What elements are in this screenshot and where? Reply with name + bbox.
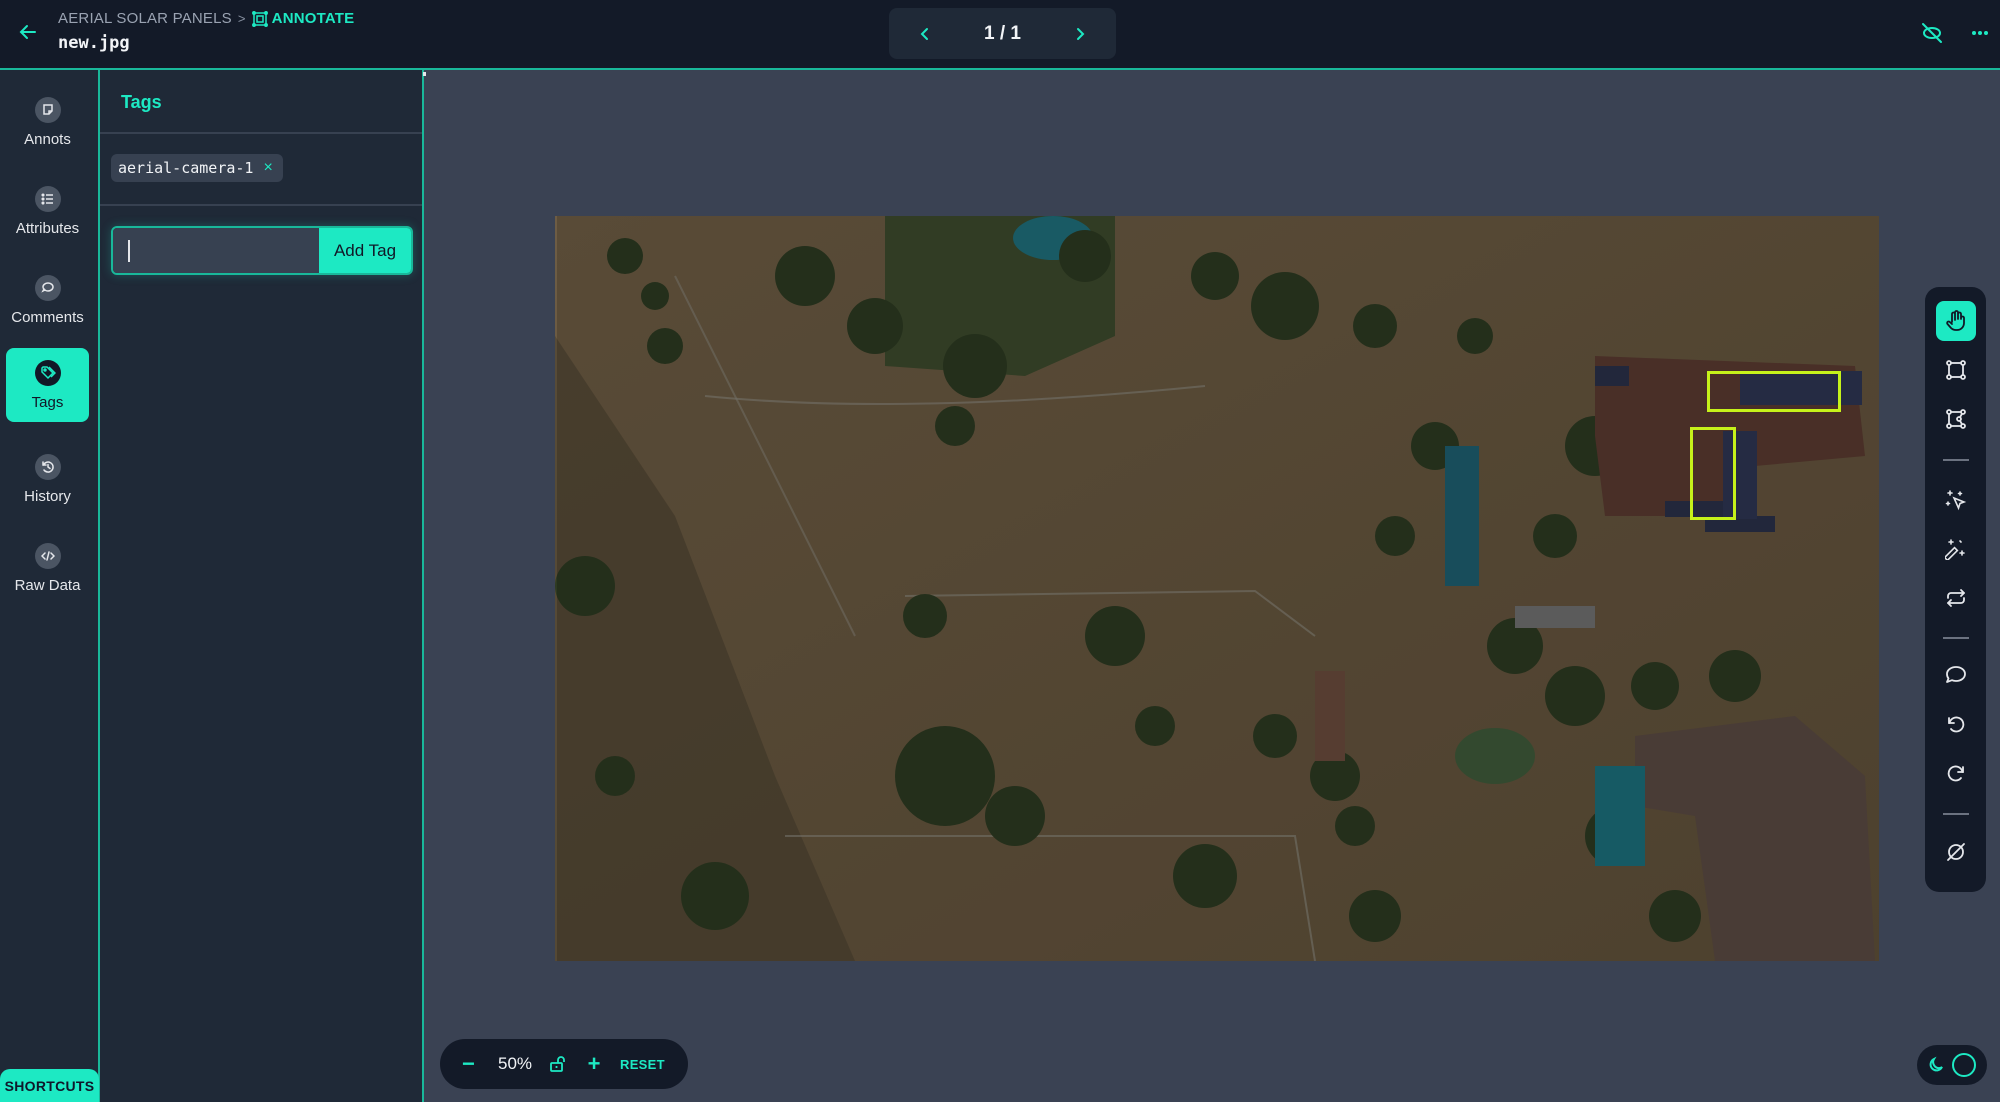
zoom-controls: − 50% + RESET — [440, 1039, 688, 1089]
text-caret — [128, 240, 130, 262]
breadcrumb-separator: > — [237, 11, 246, 26]
aerial-photo-illustration — [555, 216, 1879, 961]
toolbar-divider — [1943, 459, 1969, 461]
annotation-box-solar-panel-2[interactable] — [1690, 427, 1736, 520]
toggle-visibility-button[interactable] — [1920, 22, 1944, 44]
toolbar-divider — [1943, 637, 1969, 639]
nav-label: Attributes — [15, 219, 80, 237]
image-pager: 1 / 1 — [889, 8, 1116, 59]
empty-set-icon — [1947, 843, 1965, 861]
arrow-left-icon — [19, 25, 36, 39]
magic-cursor-icon — [1945, 490, 1967, 511]
back-button[interactable] — [16, 20, 40, 44]
top-bar: AERIAL SOLAR PANELS > ANNOTATE new.jpg 1… — [0, 0, 2000, 70]
remove-tag-icon[interactable]: × — [263, 159, 272, 177]
tag-chip: aerial-camera-1 × — [111, 154, 283, 182]
nav-label: Raw Data — [14, 576, 81, 594]
annotate-icon — [251, 10, 268, 27]
nav-item-comments[interactable]: Comments — [6, 263, 89, 337]
chat-bubble-icon — [34, 274, 61, 301]
nav-label: Comments — [11, 308, 84, 326]
polygon-icon — [1946, 409, 1966, 429]
breadcrumb-project[interactable]: AERIAL SOLAR PANELS — [58, 10, 232, 27]
moon-icon — [1929, 1056, 1943, 1072]
zoom-reset-button[interactable]: RESET — [620, 1057, 665, 1072]
rectangle-icon — [1946, 360, 1966, 380]
tags-panel: Tags aerial-camera-1 × Add Tag — [100, 70, 424, 1102]
redo-button[interactable] — [1936, 753, 1976, 793]
tags-icon — [34, 359, 61, 386]
repeat-icon — [1947, 589, 1965, 607]
zoom-in-button[interactable]: + — [578, 1051, 610, 1077]
zoom-level: 50% — [497, 1054, 533, 1073]
smart-select-tool-button[interactable] — [1936, 480, 1976, 520]
annotation-toolbar — [1925, 287, 1986, 892]
nav-item-raw-data[interactable]: Raw Data — [6, 531, 89, 605]
next-image-button[interactable] — [1072, 26, 1088, 42]
shortcuts-button[interactable]: SHORTCUTS — [0, 1069, 99, 1102]
more-horizontal-icon — [1972, 31, 1988, 35]
clear-annotations-button[interactable] — [1936, 832, 1976, 872]
bounding-box-tool-button[interactable] — [1936, 350, 1976, 390]
breadcrumb-current-label: ANNOTATE — [271, 10, 355, 27]
pan-tool-button[interactable] — [1936, 301, 1976, 341]
annotation-canvas[interactable] — [426, 72, 2000, 1102]
nav-item-history[interactable]: History — [6, 442, 89, 516]
breadcrumb-current: ANNOTATE — [251, 10, 355, 27]
magic-wand-icon — [1945, 539, 1965, 560]
side-nav: Annots Attributes Comments Tags History … — [0, 70, 100, 1102]
more-options-button[interactable] — [1970, 22, 1990, 44]
file-name: new.jpg — [58, 33, 130, 53]
add-tag-button[interactable]: Add Tag — [319, 228, 411, 273]
nav-label: History — [24, 487, 71, 505]
zoom-out-button[interactable]: − — [462, 1051, 488, 1077]
nav-item-annots[interactable]: Annots — [6, 85, 89, 159]
tag-label: aerial-camera-1 — [118, 159, 254, 177]
toolbar-divider — [1943, 813, 1969, 815]
comment-icon — [1946, 666, 1966, 683]
undo-button[interactable] — [1936, 704, 1976, 744]
tag-input[interactable] — [113, 228, 319, 273]
note-icon — [34, 96, 61, 123]
nav-item-attributes[interactable]: Attributes — [6, 174, 89, 248]
add-tag-form: Add Tag — [111, 226, 413, 275]
comment-tool-button[interactable] — [1936, 655, 1976, 695]
history-icon — [34, 453, 61, 480]
divider — [100, 204, 422, 206]
magic-wand-tool-button[interactable] — [1936, 529, 1976, 569]
swap-tool-button[interactable] — [1936, 578, 1976, 618]
list-icon — [34, 185, 61, 212]
nav-item-tags[interactable]: Tags — [6, 348, 89, 422]
theme-toggle[interactable] — [1917, 1045, 1987, 1085]
divider — [100, 132, 422, 134]
redo-icon — [1947, 765, 1964, 782]
previous-image-button[interactable] — [917, 26, 933, 42]
hand-icon — [1946, 310, 1965, 331]
page-indicator: 1 / 1 — [984, 22, 1021, 44]
aerial-image[interactable] — [555, 216, 1879, 961]
unlock-icon — [550, 1056, 565, 1072]
annotation-box-solar-panel-1[interactable] — [1707, 371, 1841, 412]
chevron-right-icon — [1076, 27, 1085, 40]
polygon-tool-button[interactable] — [1936, 399, 1976, 439]
undo-icon — [1948, 716, 1965, 733]
toggle-knob-icon — [1952, 1053, 1976, 1077]
panel-title: Tags — [121, 92, 162, 112]
code-icon — [34, 542, 61, 569]
zoom-lock-button[interactable] — [548, 1054, 578, 1074]
chevron-left-icon — [920, 27, 928, 40]
nav-label: Tags — [31, 393, 64, 411]
nav-label: Annots — [24, 130, 71, 148]
eye-off-icon — [1922, 23, 1942, 43]
breadcrumb: AERIAL SOLAR PANELS > ANNOTATE — [58, 10, 354, 27]
